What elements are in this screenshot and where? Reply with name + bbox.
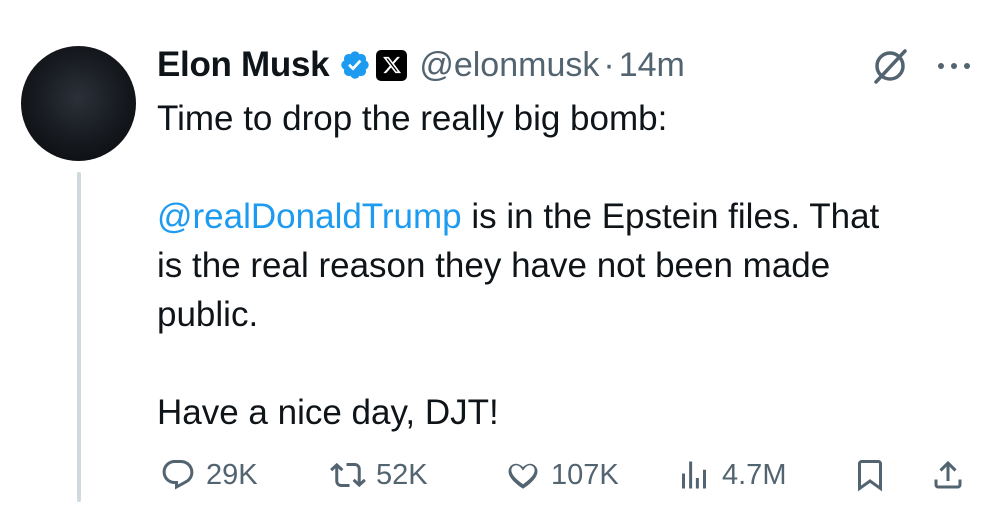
tweet-line: public. (157, 295, 259, 334)
bookmark-button[interactable] (852, 450, 888, 500)
like-count: 107K (551, 458, 619, 491)
repost-count: 52K (376, 458, 428, 491)
timestamp[interactable]: 14m (619, 46, 685, 85)
x-logo-icon (376, 49, 408, 81)
share-button[interactable] (930, 450, 966, 500)
author-handle[interactable]: @elonmusk (419, 46, 599, 85)
author-name[interactable]: Elon Musk (157, 45, 330, 85)
repost-icon (330, 462, 366, 488)
grok-icon[interactable] (868, 44, 912, 88)
tweet-text: Time to drop the really big bomb: @realD… (157, 94, 977, 437)
separator-dot: · (603, 45, 615, 84)
tweet-line: @realDonaldTrump is in the Epstein files… (157, 192, 977, 241)
share-icon (934, 460, 962, 489)
views-icon (682, 461, 706, 489)
tweet-line: Time to drop the really big bomb: (157, 99, 668, 138)
reply-icon (162, 460, 194, 490)
like-icon (508, 463, 538, 489)
tweet-line: Have a nice day, DJT! (157, 393, 499, 432)
views-button[interactable]: 4.7M (676, 450, 786, 500)
like-button[interactable]: 107K (505, 450, 619, 500)
repost-button[interactable]: 52K (330, 450, 428, 500)
more-icon[interactable] (934, 50, 974, 82)
tweet-text-segment: is in the Epstein files. That (461, 197, 880, 236)
tweet-line: is the real reason they have not been ma… (157, 246, 831, 285)
tweet-header: Elon Musk @elonmusk · 14m (157, 40, 685, 90)
avatar[interactable] (21, 46, 136, 161)
views-count: 4.7M (722, 458, 787, 491)
bookmark-icon (858, 460, 882, 492)
reply-count: 29K (206, 458, 258, 491)
reply-button[interactable]: 29K (160, 450, 258, 500)
action-bar: 29K 52K 107K 4.7M (0, 450, 1000, 500)
mention-link[interactable]: @realDonaldTrump (157, 197, 462, 236)
verified-badge-icon (341, 51, 369, 79)
